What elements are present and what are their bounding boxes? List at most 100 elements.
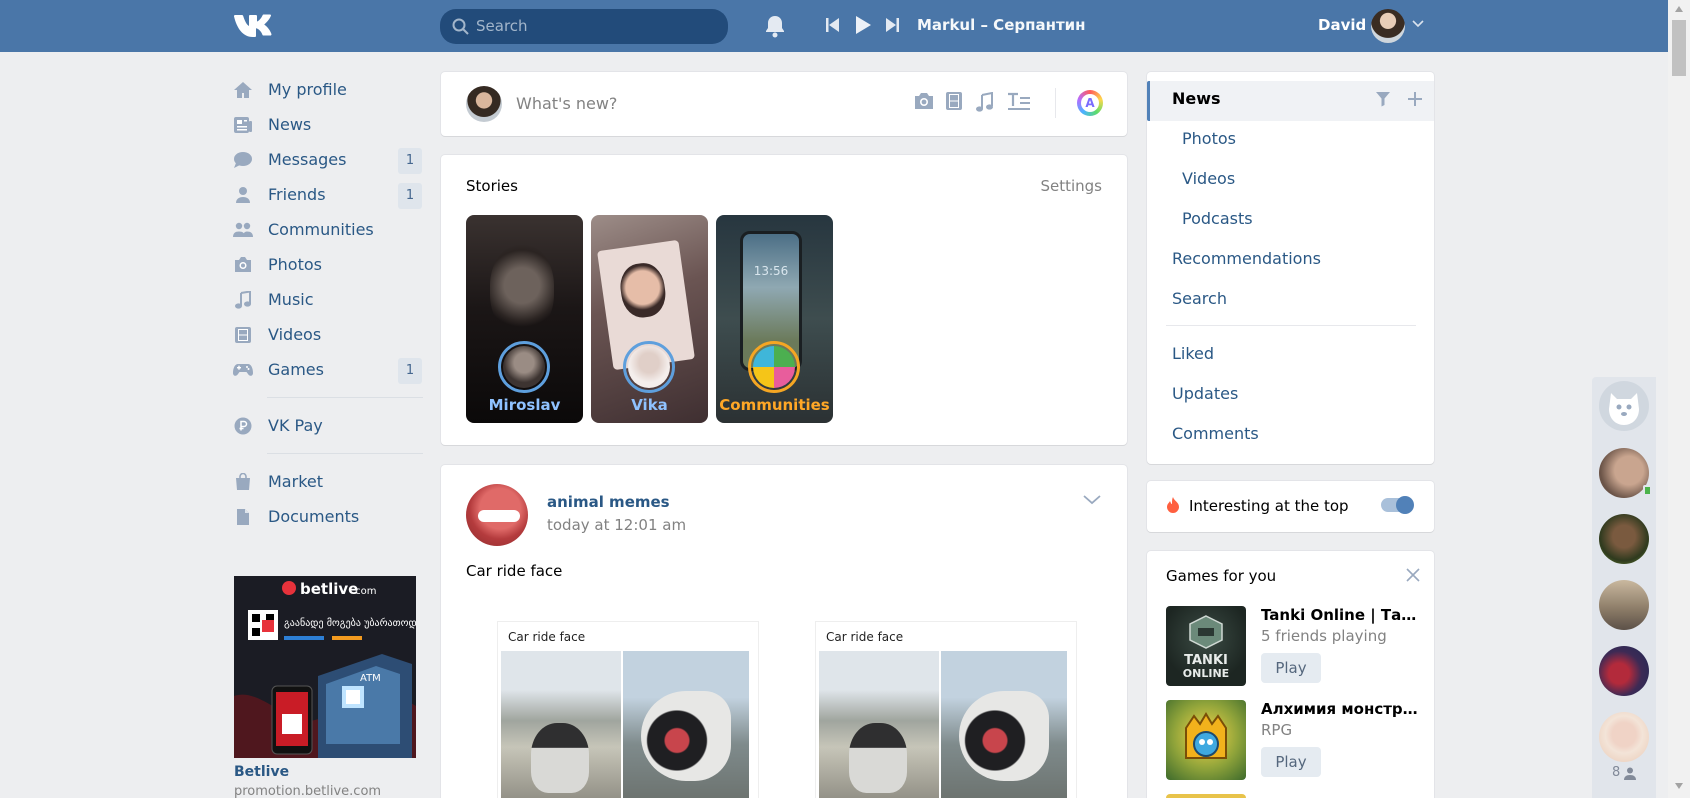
story-name: Communities [719, 396, 830, 414]
gamepad-icon [233, 360, 253, 380]
ad-subtitle[interactable]: promotion.betlive.com [234, 784, 381, 798]
story-card[interactable]: Miroslav [466, 215, 583, 423]
article-icon[interactable] [1007, 92, 1031, 110]
whats-new-input[interactable]: What's new? [516, 94, 617, 113]
game-icon[interactable]: TANKI ONLINE [1166, 606, 1246, 686]
search-input[interactable]: Search [440, 9, 728, 44]
filter-item-search[interactable]: Search [1172, 289, 1227, 308]
stories-title: Stories [466, 177, 518, 195]
online-count[interactable]: 8 [1612, 765, 1620, 780]
ad-banner[interactable]: betlive .com გაანადე მოგება უბარათოდ ATM [234, 576, 416, 758]
filter-item-news[interactable]: News [1172, 89, 1221, 108]
chat-contact-avatar[interactable] [1599, 646, 1649, 696]
chat-contact-avatar[interactable] [1599, 448, 1649, 498]
ad-image: betlive .com გაანადე მოგება უბარათოდ ATM [234, 576, 416, 758]
camera-icon [233, 255, 253, 275]
chevron-down-icon[interactable] [1412, 20, 1424, 28]
flame-icon [1167, 497, 1179, 513]
search-icon [452, 18, 469, 35]
vk-logo-icon[interactable] [233, 13, 277, 39]
scrollbar-thumb[interactable] [1672, 20, 1686, 76]
previous-track-icon[interactable] [826, 17, 840, 33]
composer-divider [1055, 88, 1056, 118]
now-playing-track[interactable]: Markul – Серпантин [917, 16, 1086, 34]
messages-icon [233, 150, 253, 170]
mobile-online-icon [1643, 485, 1652, 496]
story-preview [490, 245, 554, 335]
chat-contact-avatar[interactable] [1599, 514, 1649, 564]
feed-post: animal memes today at 12:01 am Car ride … [441, 465, 1127, 798]
post-author-avatar[interactable] [466, 484, 528, 546]
unread-count-badge: 1 [398, 148, 422, 174]
ad-brand: betlive [300, 580, 358, 598]
nav-item-music[interactable]: Music [233, 282, 423, 317]
story-avatar [498, 341, 550, 393]
nav-item-friends[interactable]: Friends 1 [233, 177, 423, 212]
interesting-label: Interesting at the top [1189, 497, 1349, 515]
avatar[interactable] [466, 86, 502, 122]
music-icon[interactable] [976, 92, 994, 112]
filter-item-videos[interactable]: Videos [1182, 169, 1235, 188]
story-avatar [623, 341, 675, 393]
chat-contact-avatar[interactable] [1599, 712, 1649, 762]
game-icon[interactable] [1166, 794, 1246, 798]
left-nav: My profile News Messages 1 Friends 1 Com… [233, 72, 423, 534]
nav-item-market[interactable]: Market [233, 464, 423, 499]
post-image[interactable]: Car ride face [815, 621, 1077, 798]
user-name[interactable]: David [1318, 16, 1366, 34]
ad-atm-label: ATM [360, 673, 381, 684]
game-icon[interactable] [1166, 700, 1246, 780]
post-timestamp[interactable]: today at 12:01 am [547, 516, 686, 534]
stories-settings-link[interactable]: Settings [1040, 177, 1102, 195]
post-author-name[interactable]: animal memes [547, 493, 670, 511]
avatar-editor-button[interactable]: A [1077, 90, 1103, 116]
play-icon[interactable] [854, 15, 872, 35]
chevron-down-icon[interactable] [1083, 495, 1101, 505]
nav-item-label: Videos [268, 325, 322, 344]
nav-item-messages[interactable]: Messages 1 [233, 142, 423, 177]
nav-item-my-profile[interactable]: My profile [233, 72, 423, 107]
page-scrollbar[interactable] [1668, 0, 1690, 798]
filter-item-comments[interactable]: Comments [1172, 424, 1259, 443]
chat-contact-avatar[interactable] [1599, 580, 1649, 630]
document-icon [233, 507, 253, 527]
filter-item-liked[interactable]: Liked [1172, 344, 1214, 363]
plus-icon[interactable] [1407, 91, 1423, 107]
film-icon[interactable] [946, 92, 962, 110]
game-name[interactable]: Алхимия монстров [1261, 700, 1421, 718]
nav-item-photos[interactable]: Photos [233, 247, 423, 282]
nav-divider [267, 453, 423, 454]
story-card[interactable]: Vika [591, 215, 708, 423]
nav-item-games[interactable]: Games 1 [233, 352, 423, 387]
nav-item-label: Friends [268, 185, 326, 204]
play-button[interactable]: Play [1261, 747, 1321, 777]
close-icon[interactable] [1406, 568, 1420, 582]
vk-dog-avatar[interactable] [1599, 381, 1649, 431]
scroll-down-icon[interactable] [1675, 783, 1683, 789]
feed-filter-menu: News Photos Videos Podcasts Recommendati… [1147, 72, 1434, 464]
avatar[interactable] [1371, 9, 1405, 43]
camera-icon[interactable] [913, 92, 935, 110]
toggle-knob [1396, 496, 1414, 514]
filter-item-recommendations[interactable]: Recommendations [1172, 249, 1321, 268]
nav-item-news[interactable]: News [233, 107, 423, 142]
story-card[interactable]: 13:56 Communities [716, 215, 833, 423]
nav-item-documents[interactable]: Documents [233, 499, 423, 534]
play-button[interactable]: Play [1261, 653, 1321, 683]
filter-item-podcasts[interactable]: Podcasts [1182, 209, 1253, 228]
nav-item-vk-pay[interactable]: VK Pay [233, 408, 423, 443]
filter-item-photos[interactable]: Photos [1182, 129, 1236, 148]
ad-title[interactable]: Betlive [234, 764, 289, 780]
filter-icon[interactable] [1375, 91, 1391, 107]
interesting-toggle[interactable] [1381, 496, 1414, 514]
nav-item-videos[interactable]: Videos [233, 317, 423, 352]
bell-icon[interactable] [764, 14, 786, 38]
scroll-up-icon[interactable] [1675, 6, 1683, 12]
filter-item-updates[interactable]: Updates [1172, 384, 1238, 403]
story-avatar [748, 341, 800, 393]
avatar-letter: A [1081, 94, 1099, 112]
post-image[interactable]: Car ride face [497, 621, 759, 798]
nav-item-communities[interactable]: Communities [233, 212, 423, 247]
game-name[interactable]: Tanki Online | Танки Онлайн [1261, 606, 1421, 624]
next-track-icon[interactable] [885, 17, 899, 33]
